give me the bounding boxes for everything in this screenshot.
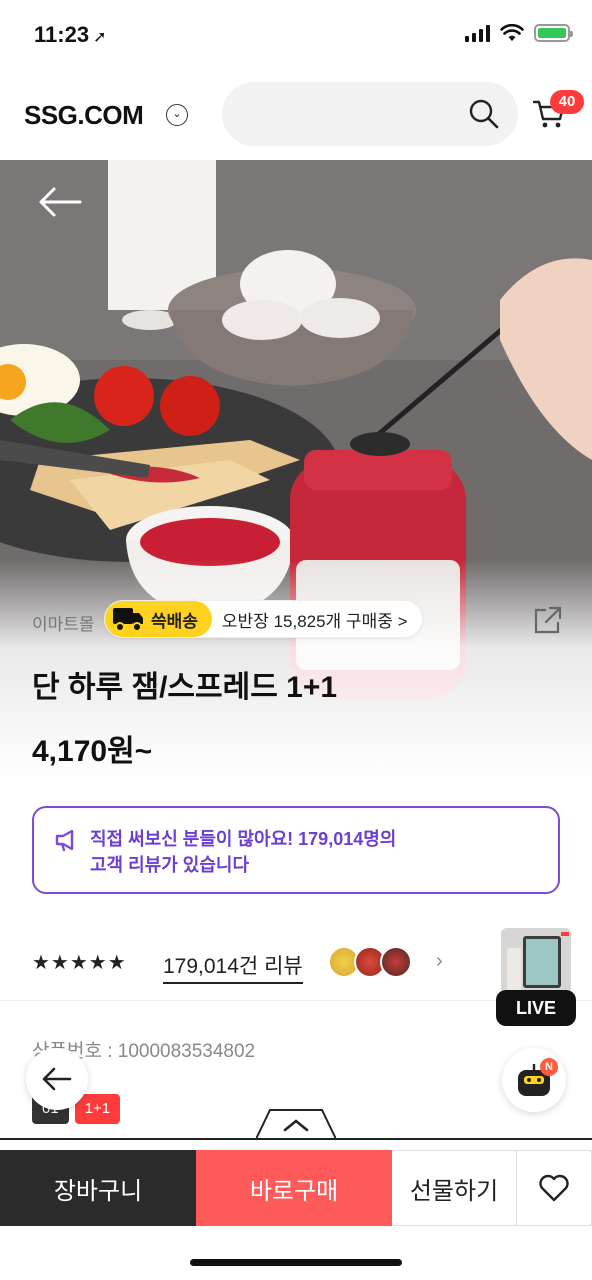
cart-button[interactable]: 40 (532, 90, 584, 136)
location-arrow-icon: ➚ (93, 29, 107, 46)
delivery-tag-label: 쓱배송 (151, 611, 198, 631)
buying-chevron-icon: > (397, 611, 408, 631)
seller-delivery-row: 이마트몰 쓱배송 오반장 15,825개 구매중 > (32, 600, 572, 640)
back-arrow-icon (42, 1067, 72, 1091)
search-bar[interactable] (222, 82, 518, 146)
cart-count-badge: 40 (550, 90, 584, 114)
megaphone-icon (55, 829, 74, 852)
buying-count-text: 오반장 15,825개 구매중 (221, 611, 393, 631)
status-time-text: 11:23 (34, 22, 90, 47)
live-badge: LIVE (496, 990, 576, 1026)
delivery-badge[interactable]: 쓱배송 오반장 15,825개 구매중 > (104, 600, 423, 638)
product-price: 4,170원~ (32, 735, 153, 768)
status-bar: 11:23 ➚ (0, 0, 592, 70)
logo-chevron-down-icon[interactable]: ⌄ (166, 104, 188, 126)
review-summary[interactable]: ★★★★★ 179,014건 리뷰 › (32, 944, 452, 984)
product-title: 단 하루 잼/스프레드 1+1 (32, 671, 338, 704)
rating-stars: ★★★★★ (32, 952, 127, 974)
back-arrow-icon[interactable] (36, 182, 84, 222)
delivery-truck-icon (113, 608, 143, 632)
delivery-tag: 쓱배송 (105, 601, 212, 637)
buy-now-button[interactable]: 바로구매 (196, 1150, 392, 1226)
add-to-cart-button[interactable]: 장바구니 (0, 1150, 196, 1226)
wifi-icon (500, 24, 524, 41)
review-notice-box[interactable]: 직접 써보신 분들이 많아요! 179,014명의 고객 리뷰가 있습니다 (32, 806, 560, 894)
battery-icon (534, 24, 573, 42)
live-thumbnail (501, 928, 571, 994)
home-indicator (190, 1259, 402, 1266)
mall-name[interactable]: 이마트몰 (32, 610, 95, 635)
review-notice-line1: 직접 써보신 분들이 많아요! 179,014명의 (90, 829, 397, 849)
status-indicators (465, 24, 573, 42)
chatbot-button[interactable]: N (502, 1048, 566, 1112)
review-notice-line2: 고객 리뷰가 있습니다 (90, 855, 250, 875)
live-widget[interactable]: LIVE (496, 928, 576, 1028)
review-thumbnail (380, 946, 412, 978)
heart-icon (539, 1174, 569, 1202)
search-icon[interactable] (468, 98, 500, 130)
buying-count: 오반장 15,825개 구매중 > (212, 607, 422, 632)
gift-button[interactable]: 선물하기 (392, 1150, 516, 1226)
logo[interactable]: SSG.COM (24, 100, 144, 131)
like-button[interactable] (516, 1150, 592, 1226)
live-preview-image (501, 928, 571, 994)
review-chevron-icon[interactable]: › (436, 950, 443, 973)
chatbot-icon (518, 1064, 550, 1096)
bottom-action-bar: 장바구니 바로구매 선물하기 (0, 1150, 592, 1226)
review-thumbnails[interactable] (328, 946, 412, 978)
review-count-link[interactable]: 179,014건 리뷰 (163, 950, 303, 984)
search-input[interactable] (222, 82, 452, 146)
drawer-handle-chevron-up-icon[interactable] (256, 1108, 336, 1140)
signal-icon (465, 24, 490, 42)
chatbot-new-badge: N (540, 1058, 558, 1076)
share-icon[interactable] (532, 604, 564, 636)
bottom-sheet-border (0, 1138, 592, 1140)
header: SSG.COM ⌄ 40 (0, 78, 592, 154)
floating-back-button[interactable] (26, 1048, 88, 1110)
review-notice-text: 직접 써보신 분들이 많아요! 179,014명의 고객 리뷰가 있습니다 (90, 826, 530, 878)
status-time: 11:23 ➚ (34, 22, 106, 48)
